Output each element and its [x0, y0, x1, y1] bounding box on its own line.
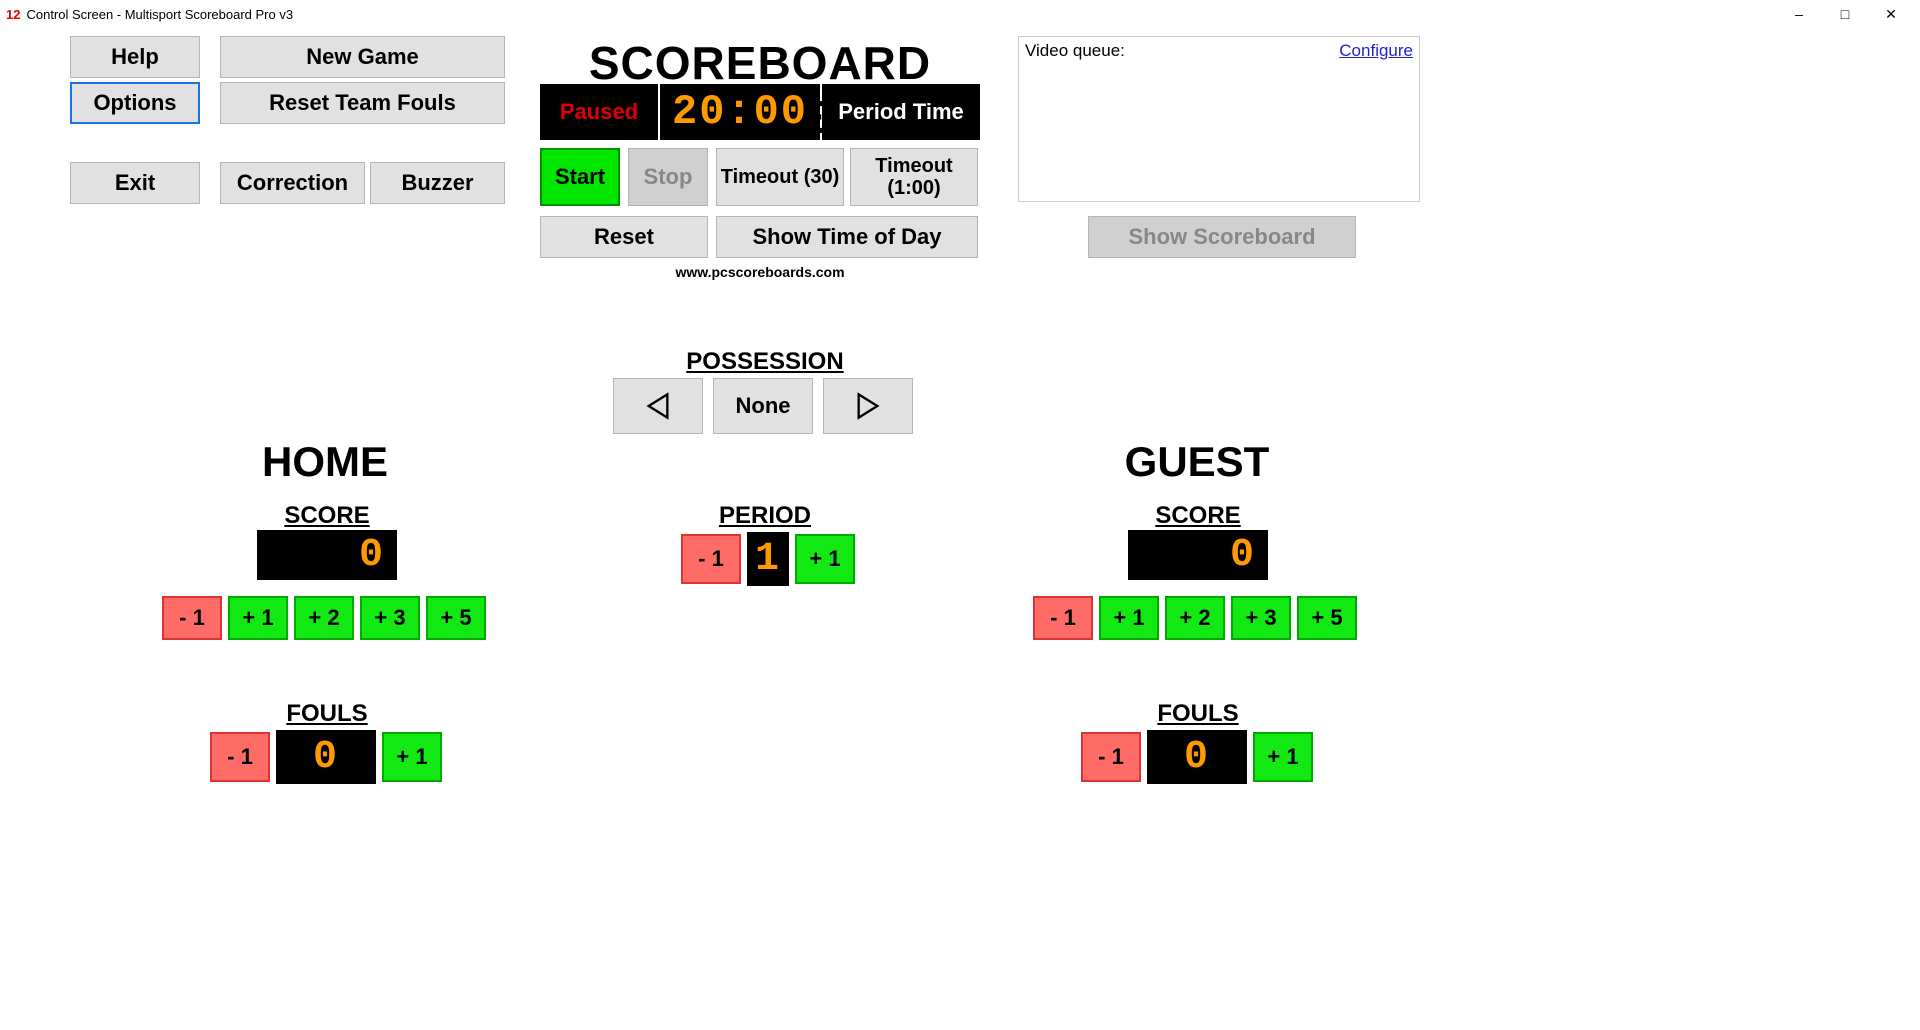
possession-left-button[interactable]	[613, 378, 703, 434]
home-score-minus-1[interactable]: - 1	[162, 596, 222, 640]
app-icon: 12	[6, 7, 20, 22]
home-team-name: HOME	[210, 438, 440, 486]
timeout-30-button[interactable]: Timeout (30)	[716, 148, 844, 206]
period-plus-1[interactable]: + 1	[795, 534, 855, 584]
window-titlebar: 12 Control Screen - Multisport Scoreboar…	[0, 0, 1920, 28]
guest-score-plus-2[interactable]: + 2	[1165, 596, 1225, 640]
home-score-plus-5[interactable]: + 5	[426, 596, 486, 640]
stop-button[interactable]: Stop	[628, 148, 708, 206]
reset-button[interactable]: Reset	[540, 216, 708, 258]
timeout-100-button[interactable]: Timeout (1:00)	[850, 148, 978, 206]
start-button[interactable]: Start	[540, 148, 620, 206]
guest-score-plus-5[interactable]: + 5	[1297, 596, 1357, 640]
help-button[interactable]: Help	[70, 36, 200, 78]
correction-button[interactable]: Correction	[220, 162, 365, 204]
window-title: Control Screen - Multisport Scoreboard P…	[26, 7, 293, 22]
triangle-right-icon	[854, 392, 882, 420]
home-score-plus-2[interactable]: + 2	[294, 596, 354, 640]
home-score-plus-1[interactable]: + 1	[228, 596, 288, 640]
period-time-label[interactable]: Period Time	[822, 84, 980, 140]
guest-score-minus-1[interactable]: - 1	[1033, 596, 1093, 640]
options-button[interactable]: Options	[70, 82, 200, 124]
reset-team-fouls-button[interactable]: Reset Team Fouls	[220, 82, 505, 124]
guest-fouls-plus-1[interactable]: + 1	[1253, 732, 1313, 782]
guest-score-plus-1[interactable]: + 1	[1099, 596, 1159, 640]
website-url: www.pcscoreboards.com	[540, 264, 980, 280]
window-close-button[interactable]: ✕	[1868, 0, 1914, 28]
timer-status: Paused	[540, 84, 658, 140]
possession-right-button[interactable]	[823, 378, 913, 434]
show-time-of-day-button[interactable]: Show Time of Day	[716, 216, 978, 258]
home-fouls-minus-1[interactable]: - 1	[210, 732, 270, 782]
guest-score-label: SCORE	[1118, 502, 1278, 530]
guest-fouls-display[interactable]: 0	[1147, 730, 1247, 784]
configure-link[interactable]: Configure	[1339, 41, 1413, 61]
new-game-button[interactable]: New Game	[220, 36, 505, 78]
possession-label: POSSESSION	[615, 348, 915, 376]
window-minimize-button[interactable]: –	[1776, 0, 1822, 28]
show-scoreboard-button[interactable]: Show Scoreboard	[1088, 216, 1356, 258]
guest-score-plus-3[interactable]: + 3	[1231, 596, 1291, 640]
guest-fouls-label: FOULS	[1118, 700, 1278, 728]
guest-score-display[interactable]: 0	[1128, 530, 1268, 580]
guest-fouls-minus-1[interactable]: - 1	[1081, 732, 1141, 782]
period-display[interactable]: 1	[747, 532, 789, 586]
period-label: PERIOD	[680, 502, 850, 530]
home-score-plus-3[interactable]: + 3	[360, 596, 420, 640]
home-fouls-plus-1[interactable]: + 1	[382, 732, 442, 782]
triangle-left-icon	[644, 392, 672, 420]
window-maximize-button[interactable]: □	[1822, 0, 1868, 28]
home-score-label: SCORE	[247, 502, 407, 530]
home-fouls-label: FOULS	[247, 700, 407, 728]
possession-none-button[interactable]: None	[713, 378, 813, 434]
period-minus-1[interactable]: - 1	[681, 534, 741, 584]
home-score-display[interactable]: 0	[257, 530, 397, 580]
exit-button[interactable]: Exit	[70, 162, 200, 204]
video-queue-label: Video queue:	[1025, 41, 1125, 61]
timer-time[interactable]: 20:00	[660, 84, 820, 140]
guest-team-name: GUEST	[1082, 438, 1312, 486]
home-fouls-display[interactable]: 0	[276, 730, 376, 784]
buzzer-button[interactable]: Buzzer	[370, 162, 505, 204]
video-queue-panel: Video queue: Configure	[1018, 36, 1420, 202]
